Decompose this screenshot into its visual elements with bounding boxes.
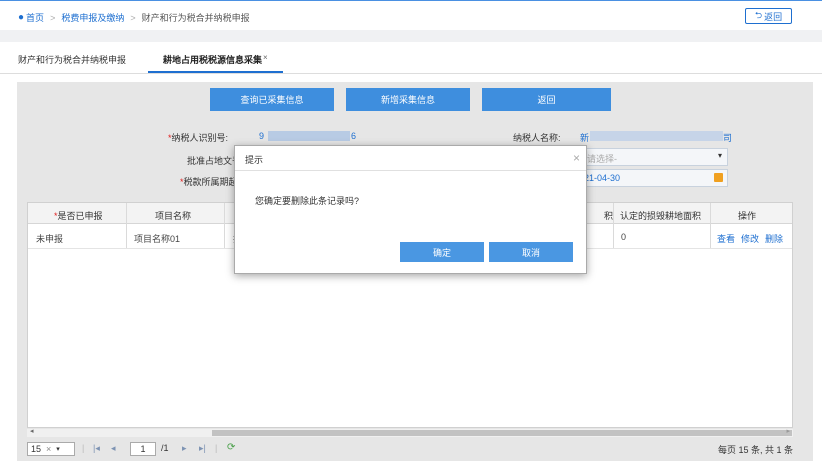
column-divider <box>710 203 711 248</box>
taxpayer-name-prefix: 新 <box>580 133 590 143</box>
dialog-message: 您确定要删除此条记录吗? <box>255 196 360 206</box>
col-declared: *是否已申报 <box>54 211 103 221</box>
tax-period-label: *税款所属期起 <box>180 177 238 187</box>
scrollbar-thumb[interactable] <box>212 430 792 436</box>
breadcrumb-current: 财产和行为税合并纳税申报 <box>141 13 250 23</box>
dialog-title: 提示 <box>245 155 264 165</box>
column-divider <box>224 203 225 248</box>
taxpayer-id-redaction <box>268 131 350 141</box>
clear-icon[interactable]: × <box>46 444 51 454</box>
page-size-value: 15 <box>31 444 42 454</box>
pager-separator: | <box>215 443 218 453</box>
horizontal-scrollbar[interactable]: ◂ ▸ <box>27 427 793 437</box>
add-collection-button[interactable]: 新增采集信息 <box>346 88 470 111</box>
col-actions: 操作 <box>738 211 757 221</box>
chevron-down-icon: ▾ <box>56 446 60 453</box>
column-divider <box>126 203 127 248</box>
total-pages: /1 <box>161 443 169 453</box>
refresh-icon[interactable]: ⟳ <box>227 442 235 453</box>
tab-land-use-tax-collection[interactable]: 耕地占用税税源信息采集× <box>163 53 268 66</box>
cell-declared: 未申报 <box>36 234 64 244</box>
scroll-right-icon[interactable]: ▸ <box>786 427 790 435</box>
cancel-button[interactable]: 取消 <box>489 242 573 262</box>
delete-link[interactable]: 删除 <box>765 232 783 245</box>
confirm-dialog: 提示 × 您确定要删除此条记录吗? 确定 取消 <box>234 145 587 274</box>
col-project-name: 项目名称 <box>155 211 192 221</box>
chevron-down-icon: ▾ <box>717 151 722 160</box>
first-page-icon[interactable]: |◂ <box>93 443 100 454</box>
edit-link[interactable]: 修改 <box>741 232 759 245</box>
breadcrumb-separator: > <box>130 12 136 23</box>
last-page-icon[interactable]: ▸| <box>199 443 206 454</box>
breadcrumb-home[interactable]: 首页 <box>26 11 44 24</box>
pagination-info: 每页 15 条, 共 1 条 <box>717 445 793 455</box>
col-area: 积 <box>604 211 614 221</box>
next-page-icon[interactable]: ▸ <box>182 443 187 454</box>
close-icon[interactable]: × <box>573 151 580 165</box>
view-link[interactable]: 查看 <box>717 232 735 245</box>
tab-land-use-tax-label: 耕地占用税税源信息采集 <box>163 55 263 65</box>
back-arrow-icon: ⮌ <box>754 10 763 20</box>
tab-combined-declaration[interactable]: 财产和行为税合并纳税申报 <box>18 53 126 66</box>
cell-damaged-area: 0 <box>621 232 627 242</box>
taxpayer-name-redaction <box>590 131 723 141</box>
breadcrumb-tax-payment[interactable]: 税费申报及缴纳 <box>61 11 124 24</box>
tab-bar: 财产和行为税合并纳税申报 耕地占用税税源信息采集× <box>0 42 822 74</box>
taxpayer-id-prefix: 9 <box>259 131 265 141</box>
cell-project-name: 项目名称01 <box>134 234 181 244</box>
tax-period-end-field[interactable]: 2021-04-30 <box>574 169 728 187</box>
calendar-icon[interactable] <box>714 173 723 182</box>
return-button[interactable]: 返回 <box>482 88 611 111</box>
taxpayer-name-suffix: 司 <box>723 133 733 143</box>
prev-page-icon[interactable]: ◂ <box>111 443 116 454</box>
header-divider <box>0 30 822 42</box>
top-back-label: 返回 <box>764 11 783 22</box>
active-tab-indicator <box>148 71 283 73</box>
confirm-button[interactable]: 确定 <box>400 242 484 262</box>
dialog-header: 提示 × <box>235 146 586 171</box>
top-bar: ● 首页 > 税费申报及缴纳 > 财产和行为税合并纳税申报 ⮌ 返回 <box>0 0 822 30</box>
top-back-button[interactable]: ⮌ 返回 <box>745 8 792 24</box>
approval-doc-label: 批准占地文号 <box>187 156 242 166</box>
scroll-left-icon[interactable]: ◂ <box>30 427 34 435</box>
page-size-select[interactable]: 15 × ▾ <box>27 442 75 456</box>
pagination: 15 × ▾ | |◂ ◂ 1 /1 ▸ ▸| | ⟳ 每页 15 条, 共 1… <box>27 440 793 458</box>
col-damaged-area: 认定的损毁耕地面积 <box>620 211 702 221</box>
column-divider <box>613 203 614 248</box>
page-number-input[interactable]: 1 <box>130 442 156 456</box>
taxpayer-id-label: *纳税人识别号: <box>168 133 229 143</box>
query-collected-button[interactable]: 查询已采集信息 <box>210 88 334 111</box>
pager-separator: | <box>82 443 85 453</box>
approval-doc-select[interactable]: 请选择- ▾ <box>582 148 728 166</box>
breadcrumb: ● 首页 > 税费申报及缴纳 > 财产和行为税合并纳税申报 <box>18 11 250 24</box>
breadcrumb-separator: > <box>50 12 56 23</box>
taxpayer-name-label: 纳税人名称: <box>513 133 561 143</box>
approval-doc-placeholder: 请选择- <box>587 154 617 164</box>
taxpayer-id-suffix: 6 <box>351 131 357 141</box>
location-pin-icon: ● <box>18 12 25 23</box>
tab-close-icon[interactable]: × <box>263 53 268 62</box>
